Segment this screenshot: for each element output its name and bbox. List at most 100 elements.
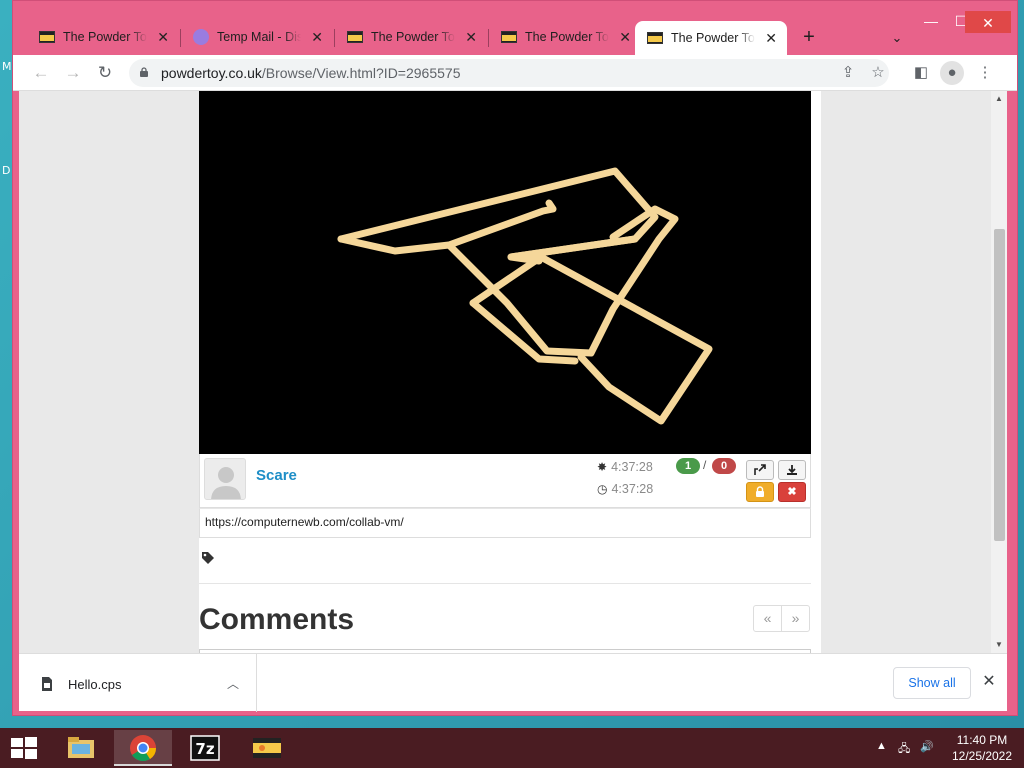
forward-arrow-icon[interactable]: → (61, 61, 85, 85)
menu-kebab-icon[interactable]: ⋮ (973, 61, 997, 85)
open-external-button[interactable] (746, 460, 774, 480)
comments-heading: Comments (199, 603, 355, 636)
system-clock[interactable]: 11:40 PM 12/25/2022 (944, 732, 1020, 764)
file-icon (42, 677, 52, 691)
save-preview-drawing (337, 167, 713, 425)
url-text[interactable]: powdertoy.co.uk/Browse/View.html?ID=2965… (161, 65, 461, 81)
browser-window: The Powder Toy ✕ Temp Mail - Disposable … (12, 0, 1018, 716)
taskbar-powder-toy[interactable] (238, 730, 296, 766)
padlock-icon (756, 486, 764, 497)
tab-close-icon[interactable]: ✕ (763, 30, 779, 46)
default-avatar-icon (211, 467, 241, 499)
clock-date: 12/25/2022 (951, 749, 1013, 763)
created-time: ✸ 4:37:28 (597, 460, 653, 474)
tab-powder-toy-3[interactable]: The Powder Toy ✕ (489, 21, 641, 53)
scrollbar-thumb[interactable] (994, 229, 1005, 541)
delete-x-icon: ✖ (787, 486, 797, 498)
tab-label: Temp Mail - Disposable (217, 30, 302, 44)
download-file-name: Hello.cps (68, 677, 122, 692)
votes-down-badge: 0 (712, 458, 736, 474)
new-tab-plus-icon[interactable]: + (797, 26, 821, 50)
powder-toy-favicon-icon (39, 31, 55, 43)
clock-time: 11:40 PM (956, 733, 1008, 747)
download-button[interactable] (778, 460, 806, 480)
author-username[interactable]: Scare (256, 467, 297, 484)
share-icon[interactable]: ⇪ (837, 63, 859, 83)
scroll-up-arrow-icon[interactable]: ▲ (991, 91, 1007, 107)
save-preview-image[interactable] (199, 91, 811, 454)
tab-powder-toy-1[interactable]: The Powder Toy ✕ (27, 21, 179, 53)
tab-search-chevron-icon[interactable]: ⌄ (885, 27, 909, 49)
tab-close-icon[interactable]: ✕ (309, 29, 325, 45)
tab-label: The Powder Toy (671, 31, 756, 45)
save-info-bar: Scare ✸ 4:37:28 ◷ 4:37:28 1 / 0 ✖ (199, 454, 811, 508)
address-bar[interactable]: powdertoy.co.uk/Browse/View.html?ID=2965… (129, 59, 889, 87)
tab-close-icon[interactable]: ✕ (155, 29, 171, 45)
download-item[interactable]: Hello.cps ︿ (19, 654, 257, 712)
lock-button[interactable] (746, 482, 774, 502)
tab-label: The Powder Toy (525, 30, 610, 44)
browser-toolbar: ← → ↻ powdertoy.co.uk/Browse/View.html?I… (13, 55, 1017, 91)
taskbar-file-explorer[interactable] (52, 730, 110, 766)
tab-powder-toy-active[interactable]: The Powder Toy ✕ (635, 21, 787, 55)
7zip-icon: 7z (190, 735, 220, 761)
lock-icon (140, 67, 148, 77)
clock-icon: ◷ (597, 482, 608, 496)
scroll-down-arrow-icon[interactable]: ▼ (991, 637, 1007, 653)
tab-temp-mail[interactable]: Temp Mail - Disposable ✕ (181, 21, 333, 53)
created-time-value: 4:37:28 (611, 460, 653, 474)
comments-prev-page-button[interactable]: « (753, 605, 782, 632)
desktop-icon-label-fragment[interactable]: D (2, 164, 10, 177)
folder-icon (68, 737, 94, 758)
chevron-up-icon[interactable]: ︿ (221, 672, 245, 696)
page-viewport: Scare ✸ 4:37:28 ◷ 4:37:28 1 / 0 ✖ https:… (19, 91, 991, 653)
share-arrow-icon (754, 464, 766, 475)
updated-time: ◷ 4:37:28 (597, 482, 653, 496)
save-description: https://computernewb.com/collab-vm/ (199, 508, 811, 538)
powder-toy-favicon-icon (647, 32, 663, 44)
url-host: powdertoy.co.uk (161, 65, 262, 81)
window-close-icon[interactable]: ✕ (965, 11, 1011, 33)
tab-strip: The Powder Toy ✕ Temp Mail - Disposable … (13, 1, 1017, 57)
windows-start-icon[interactable] (10, 736, 38, 760)
side-panel-icon[interactable]: ◧ (909, 61, 933, 85)
reload-icon[interactable]: ↻ (93, 61, 117, 85)
powder-toy-favicon-icon (501, 31, 517, 43)
tab-label: The Powder Toy (63, 30, 148, 44)
user-avatar[interactable] (204, 458, 246, 500)
delete-button[interactable]: ✖ (778, 482, 806, 502)
taskbar-7zip[interactable]: 7z (176, 730, 234, 766)
download-icon (787, 465, 797, 475)
powder-toy-favicon-icon (347, 31, 363, 43)
save-view-content: Scare ✸ 4:37:28 ◷ 4:37:28 1 / 0 ✖ https:… (199, 91, 821, 653)
volume-icon[interactable]: 🔊 (920, 740, 934, 753)
tab-powder-toy-2[interactable]: The Powder Toy ✕ (335, 21, 487, 53)
section-divider (199, 583, 811, 584)
close-download-shelf-icon[interactable]: ✕ (977, 670, 1001, 694)
created-asterisk-icon: ✸ (597, 460, 608, 474)
network-icon[interactable]: 🖧 (898, 740, 910, 759)
svg-text:7z: 7z (195, 740, 214, 758)
tab-label: The Powder Toy (371, 30, 456, 44)
updated-time-value: 4:37:28 (611, 482, 654, 496)
tray-overflow-chevron-icon[interactable]: ▲ (876, 740, 887, 752)
votes-separator: / (703, 458, 707, 472)
bookmark-star-icon[interactable]: ☆ (867, 63, 889, 83)
temp-mail-favicon-icon (193, 29, 209, 45)
taskbar-chrome[interactable] (114, 730, 172, 766)
desktop-icon-label-fragment[interactable]: M (2, 60, 12, 73)
download-shelf: Hello.cps ︿ Show all ✕ (19, 653, 1007, 712)
show-all-downloads-button[interactable]: Show all (893, 667, 971, 699)
windows-taskbar: 7z ▲ 🖧 🔊 11:40 PM 12/25/2022 (0, 728, 1024, 768)
tab-close-icon[interactable]: ✕ (617, 29, 633, 45)
tag-icon (202, 552, 214, 564)
url-path: /Browse/View.html?ID=2965575 (261, 65, 461, 81)
profile-avatar-icon[interactable]: ● (940, 61, 964, 85)
chrome-icon (130, 735, 157, 762)
back-arrow-icon[interactable]: ← (29, 61, 53, 85)
votes-up-badge: 1 (676, 458, 700, 474)
comments-next-page-button[interactable]: » (781, 605, 810, 632)
powder-toy-app-icon (253, 738, 281, 758)
page-scrollbar[interactable]: ▲ ▼ (991, 91, 1007, 653)
tab-close-icon[interactable]: ✕ (463, 29, 479, 45)
